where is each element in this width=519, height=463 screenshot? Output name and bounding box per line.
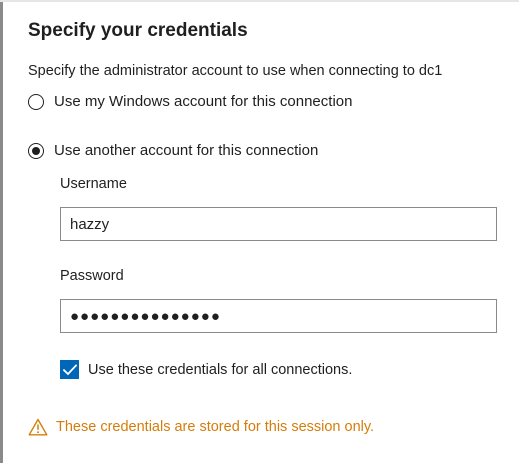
username-label: Username xyxy=(60,176,127,192)
panel-top-border xyxy=(0,0,519,2)
dialog-title: Specify your credentials xyxy=(28,20,248,41)
radio-button-unselected[interactable] xyxy=(28,93,44,110)
use-credentials-all-connections[interactable]: Use these credentials for all connection… xyxy=(60,360,352,379)
username-input[interactable] xyxy=(60,207,497,241)
password-label: Password xyxy=(60,268,124,284)
dialog-description: Specify the administrator account to use… xyxy=(28,63,443,79)
credentials-panel: Specify your credentials Specify the adm… xyxy=(0,0,519,463)
warning-message: These credentials are stored for this se… xyxy=(28,418,374,436)
radio-windows-account[interactable]: Use my Windows account for this connecti… xyxy=(28,93,352,110)
radio-windows-account-label: Use my Windows account for this connecti… xyxy=(54,93,353,110)
warning-triangle-icon xyxy=(28,418,48,436)
radio-another-account[interactable]: Use another account for this connection xyxy=(28,142,318,159)
password-input[interactable] xyxy=(60,299,497,333)
checkbox-label: Use these credentials for all connection… xyxy=(88,361,353,378)
radio-button-selected[interactable] xyxy=(28,142,44,159)
warning-text: These credentials are stored for this se… xyxy=(56,419,375,435)
checkmark-icon xyxy=(62,363,77,375)
radio-selected-dot xyxy=(32,146,40,155)
radio-another-account-label: Use another account for this connection xyxy=(54,142,319,159)
panel-left-border xyxy=(0,0,3,463)
checkbox-checked[interactable] xyxy=(60,360,79,379)
